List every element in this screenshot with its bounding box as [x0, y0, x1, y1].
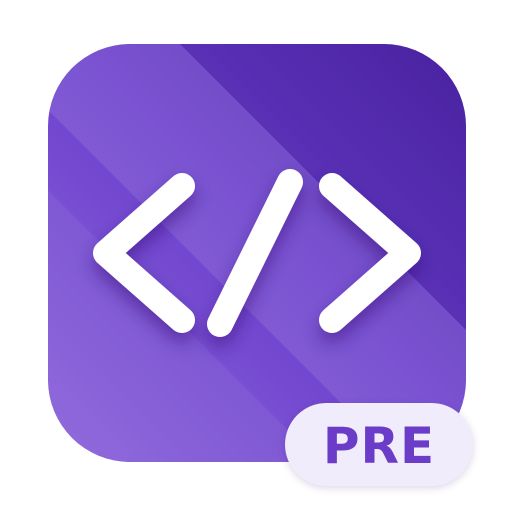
pre-badge: PRE — [285, 403, 473, 486]
app-icon-canvas: PRE — [0, 0, 512, 512]
pre-badge-label: PRE — [322, 416, 436, 475]
